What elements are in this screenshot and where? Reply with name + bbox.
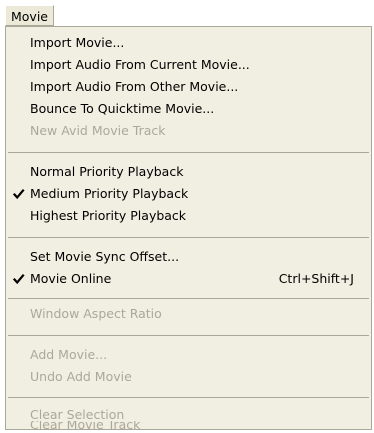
menu-item-label: Import Audio From Other Movie... — [30, 79, 239, 94]
menu-item-normal-priority[interactable]: Normal Priority Playback — [6, 161, 371, 183]
menu-item-label: Set Movie Sync Offset... — [30, 249, 180, 264]
menu-item-label: Import Movie... — [30, 35, 125, 50]
menu-item-label: New Avid Movie Track — [30, 123, 166, 138]
menu-item-label: Undo Add Movie — [30, 369, 132, 384]
menu-item-undo-add-movie: Undo Add Movie — [6, 366, 371, 388]
menu-item-label: Bounce To Quicktime Movie... — [30, 101, 215, 116]
menu-item-label: Import Audio From Current Movie... — [30, 57, 250, 72]
menu-item-label: Normal Priority Playback — [30, 164, 184, 179]
menu-item-bounce-quicktime[interactable]: Bounce To Quicktime Movie... — [6, 98, 371, 120]
menu-separator — [8, 237, 369, 238]
menu-item-import-audio-other[interactable]: Import Audio From Other Movie... — [6, 76, 371, 98]
menu-item-import-audio-current[interactable]: Import Audio From Current Movie... — [6, 54, 371, 76]
menu-item-add-movie: Add Movie... — [6, 344, 371, 366]
menu-separator — [8, 335, 369, 336]
menubar: Movie — [0, 0, 374, 28]
menu-item-label: Clear Movie Track — [30, 421, 141, 429]
menu-item-clear-movie-track-label-wrap: Clear Movie Track — [6, 421, 371, 429]
menu-item-label: Medium Priority Playback — [30, 186, 189, 201]
menu-item-import-movie[interactable]: Import Movie... — [6, 32, 371, 54]
checkmark-icon — [12, 268, 25, 290]
menu-item-window-aspect-ratio: Window Aspect Ratio — [6, 303, 371, 325]
menu-item-highest-priority[interactable]: Highest Priority Playback — [6, 205, 371, 227]
menu-item-new-avid-track: New Avid Movie Track — [6, 120, 371, 142]
menu-item-medium-priority[interactable]: Medium Priority Playback — [6, 183, 371, 205]
menu-item-label: Highest Priority Playback — [30, 208, 187, 223]
menu-item-label: Window Aspect Ratio — [30, 306, 162, 321]
checkmark-icon — [12, 183, 25, 205]
menubar-item-movie[interactable]: Movie — [5, 5, 54, 26]
menu-item-label: Add Movie... — [30, 347, 108, 362]
menu-separator — [8, 298, 369, 299]
menu-separator — [8, 152, 369, 153]
menu-item-label: Movie Online — [30, 271, 112, 286]
menu-item-shortcut: Ctrl+Shift+J — [278, 271, 354, 286]
menu-item-movie-online[interactable]: Movie Online Ctrl+Shift+J — [6, 268, 371, 290]
menu-clip-area: Clear Movie Track — [6, 421, 371, 429]
movie-menu: Import Movie... Import Audio From Curren… — [5, 26, 372, 430]
menu-separator — [8, 397, 369, 398]
menu-item-set-sync-offset[interactable]: Set Movie Sync Offset... — [6, 246, 371, 268]
